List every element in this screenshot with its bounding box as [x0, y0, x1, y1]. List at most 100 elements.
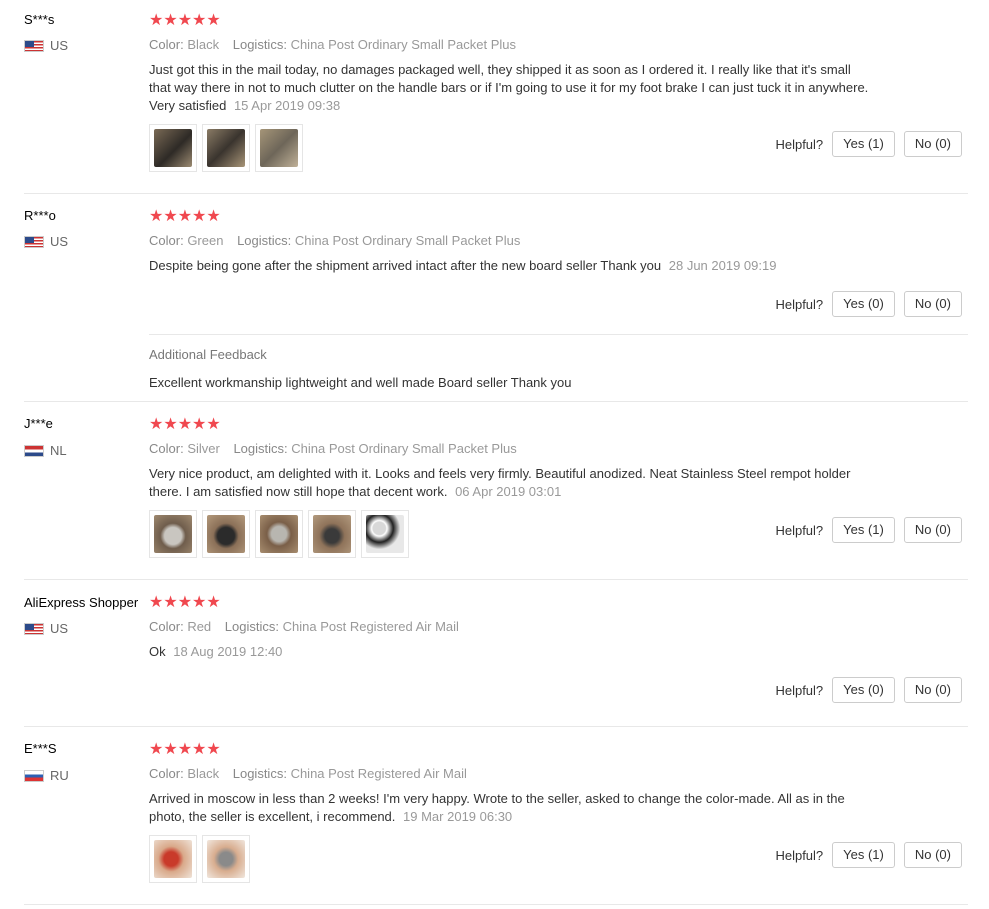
country-code: US — [50, 234, 69, 249]
helpful-label: Helpful? — [775, 296, 824, 312]
rating-stars: ★★★★★ — [149, 12, 221, 29]
helpful-label: Helpful? — [775, 682, 824, 698]
country-code: RU — [50, 768, 69, 783]
review-photo[interactable] — [202, 124, 250, 172]
review-photos — [149, 510, 409, 558]
review-divider — [24, 904, 968, 905]
logistics-label: Logistics: — [224, 619, 279, 634]
logistics-label: Logistics: — [232, 766, 287, 781]
review-date: 18 Aug 2019 12:40 — [173, 644, 283, 659]
helpful-vote: Helpful? Yes (0) No (0) — [775, 677, 962, 703]
logistics-label: Logistics: — [232, 37, 287, 52]
helpful-yes-button[interactable]: Yes (1) — [832, 131, 895, 157]
color-value: Silver — [187, 441, 220, 456]
reviewer-country: NL — [24, 443, 67, 458]
logistics-value: China Post Ordinary Small Packet Plus — [294, 233, 521, 248]
rating-stars: ★★★★★ — [149, 741, 221, 758]
country-code: US — [50, 621, 69, 636]
additional-feedback-title: Additional Feedback — [149, 347, 267, 362]
reviewer-name: AliExpress Shopper — [24, 595, 139, 610]
logistics-value: China Post Registered Air Mail — [290, 766, 467, 781]
review-body: Despite being gone after the shipment ar… — [149, 258, 662, 273]
us-flag-icon — [24, 235, 44, 248]
color-value: Black — [187, 37, 220, 52]
color-label: Color: — [149, 766, 184, 781]
us-flag-icon — [24, 622, 44, 635]
color-value: Black — [187, 766, 220, 781]
review-date: 06 Apr 2019 03:01 — [455, 484, 562, 499]
ru-flag-icon — [24, 769, 44, 782]
logistics-value: China Post Ordinary Small Packet Plus — [290, 37, 516, 52]
reviewer-country: RU — [24, 768, 69, 783]
logistics-label: Logistics: — [237, 233, 292, 248]
helpful-no-button[interactable]: No (0) — [903, 517, 962, 543]
review-divider — [24, 401, 968, 402]
review-meta: Color: Black Logistics: China Post Ordin… — [149, 37, 516, 52]
reviewer-name: J***e — [24, 416, 53, 431]
helpful-vote: Helpful? Yes (1) No (0) — [775, 131, 962, 157]
review-photos — [149, 835, 250, 883]
review-text: Ok 18 Aug 2019 12:40 — [149, 643, 869, 661]
review-photo[interactable] — [308, 510, 356, 558]
logistics-value: China Post Registered Air Mail — [282, 619, 459, 634]
reviewer-country: US — [24, 621, 68, 636]
review-photos — [149, 124, 303, 172]
reviewer-country: US — [24, 234, 68, 249]
review-date: 28 Jun 2019 09:19 — [668, 258, 777, 273]
color-label: Color: — [149, 619, 184, 634]
reviewer-name: R***o — [24, 208, 56, 223]
review-divider — [24, 193, 968, 194]
color-value: Red — [187, 619, 212, 634]
review-meta: Color: Green Logistics: China Post Ordin… — [149, 233, 520, 248]
helpful-yes-button[interactable]: Yes (1) — [832, 517, 895, 543]
review-photo[interactable] — [202, 510, 250, 558]
additional-feedback-divider — [149, 334, 968, 335]
helpful-no-button[interactable]: No (0) — [903, 131, 962, 157]
country-code: NL — [50, 443, 67, 458]
helpful-no-button[interactable]: No (0) — [903, 291, 962, 317]
review-meta: Color: Red Logistics: China Post Registe… — [149, 619, 459, 634]
review-photo[interactable] — [149, 124, 197, 172]
logistics-value: China Post Ordinary Small Packet Plus — [291, 441, 517, 456]
logistics-label: Logistics: — [233, 441, 288, 456]
reviewer-country: US — [24, 38, 68, 53]
review-photo[interactable] — [149, 835, 197, 883]
rating-stars: ★★★★★ — [149, 594, 221, 611]
review-divider — [24, 726, 968, 727]
review-meta: Color: Silver Logistics: China Post Ordi… — [149, 441, 517, 456]
review-divider — [24, 579, 968, 580]
color-label: Color: — [149, 233, 184, 248]
review-photo[interactable] — [149, 510, 197, 558]
review-photo[interactable] — [202, 835, 250, 883]
additional-feedback-text: Excellent workmanship lightweight and we… — [149, 375, 572, 390]
rating-stars: ★★★★★ — [149, 416, 221, 433]
helpful-yes-button[interactable]: Yes (0) — [832, 677, 895, 703]
helpful-yes-button[interactable]: Yes (1) — [832, 842, 895, 868]
country-code: US — [50, 38, 69, 53]
helpful-vote: Helpful? Yes (1) No (0) — [775, 517, 962, 543]
review-text: Very nice product, am delighted with it.… — [149, 465, 869, 501]
review-body: Ok — [149, 644, 166, 659]
reviewer-name: E***S — [24, 741, 57, 756]
helpful-vote: Helpful? Yes (0) No (0) — [775, 291, 962, 317]
review-text: Just got this in the mail today, no dama… — [149, 61, 869, 115]
color-label: Color: — [149, 37, 184, 52]
helpful-yes-button[interactable]: Yes (0) — [832, 291, 895, 317]
review-photo[interactable] — [361, 510, 409, 558]
helpful-vote: Helpful? Yes (1) No (0) — [775, 842, 962, 868]
color-value: Green — [187, 233, 224, 248]
reviewer-name: S***s — [24, 12, 55, 27]
review-meta: Color: Black Logistics: China Post Regis… — [149, 766, 467, 781]
review-text: Despite being gone after the shipment ar… — [149, 257, 869, 275]
helpful-no-button[interactable]: No (0) — [903, 842, 962, 868]
helpful-label: Helpful? — [775, 522, 824, 538]
helpful-no-button[interactable]: No (0) — [903, 677, 962, 703]
review-photo[interactable] — [255, 124, 303, 172]
review-date: 15 Apr 2019 09:38 — [233, 98, 341, 113]
rating-stars: ★★★★★ — [149, 208, 221, 225]
review-photo[interactable] — [255, 510, 303, 558]
us-flag-icon — [24, 39, 44, 52]
review-date: 19 Mar 2019 06:30 — [403, 809, 513, 824]
review-text: Arrived in moscow in less than 2 weeks! … — [149, 790, 869, 826]
helpful-label: Helpful? — [775, 847, 824, 863]
